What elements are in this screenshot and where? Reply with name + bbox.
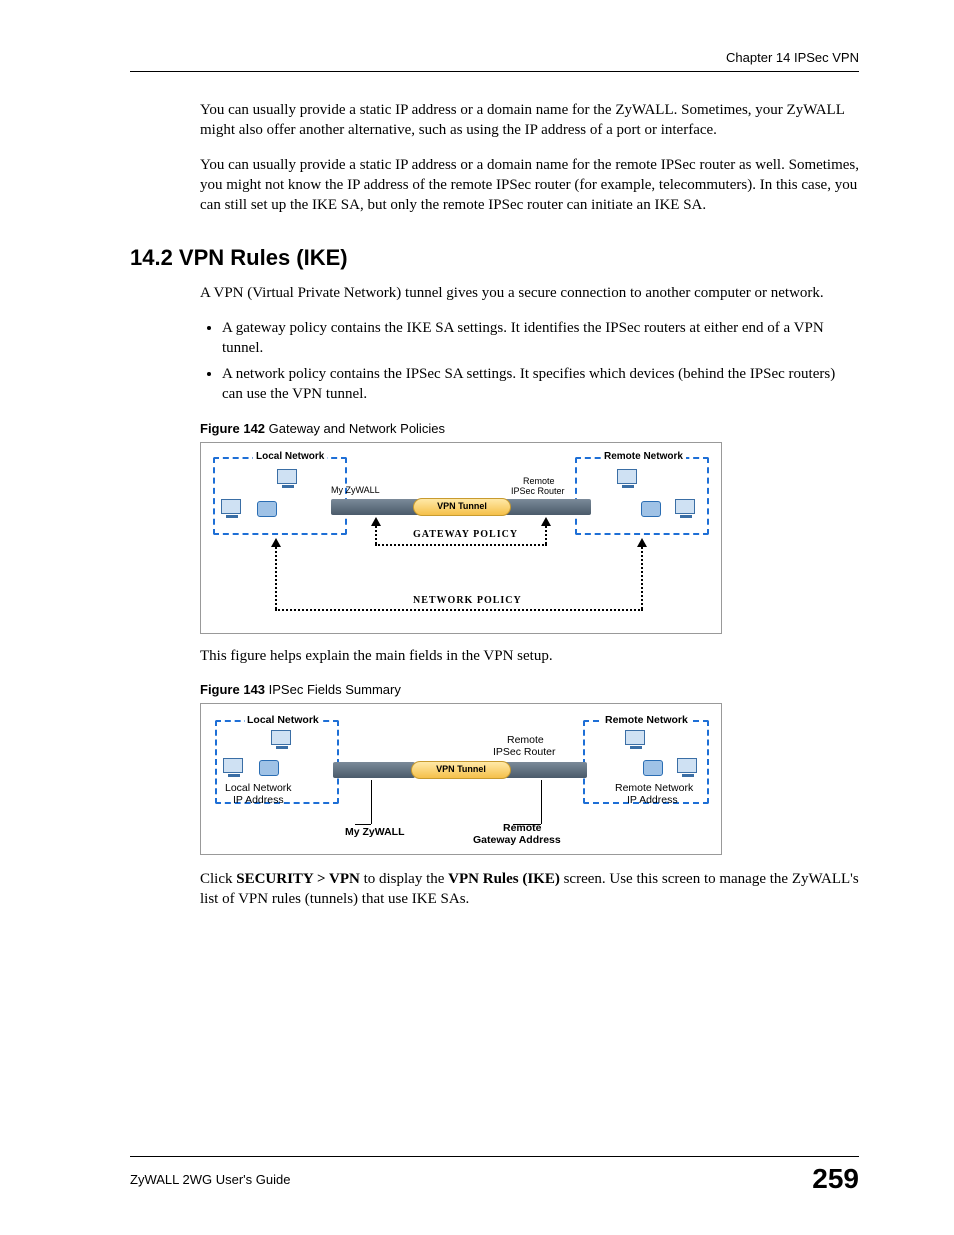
- local-ip-label-1: Local Network: [225, 782, 292, 794]
- router-icon: [333, 762, 415, 778]
- paragraph-5: Click SECURITY > VPN to display the VPN …: [200, 869, 859, 910]
- chapter-header: Chapter 14 IPSec VPN: [130, 50, 859, 65]
- switch-icon: [257, 501, 277, 517]
- arrowhead-icon: [271, 538, 281, 547]
- remote-gateway-label-2: Gateway Address: [473, 834, 561, 846]
- router-icon: [505, 762, 587, 778]
- dotted-line: [275, 547, 277, 609]
- dotted-line: [545, 526, 547, 544]
- footer-guide-title: ZyWALL 2WG User's Guide: [130, 1172, 290, 1187]
- local-network-label: Local Network: [253, 451, 327, 462]
- pointer-line: [541, 780, 542, 824]
- header-rule: [130, 71, 859, 72]
- dotted-line: [275, 609, 643, 611]
- remote-router-label-2: IPSec Router: [493, 746, 555, 758]
- my-zywall-label: My ZyWALL: [345, 826, 405, 838]
- paragraph-3: A VPN (Virtual Private Network) tunnel g…: [200, 283, 859, 303]
- switch-icon: [641, 501, 661, 517]
- switch-icon: [643, 760, 663, 776]
- vpn-tunnel: VPN Tunnel: [411, 761, 511, 779]
- paragraph-1: You can usually provide a static IP addr…: [200, 100, 859, 141]
- figure-142: Local Network Remote Network My ZyWALL R…: [200, 442, 722, 634]
- router-icon: [501, 499, 591, 515]
- vpn-tunnel: VPN Tunnel: [413, 498, 511, 516]
- router-icon: [331, 499, 421, 515]
- dotted-line: [641, 547, 643, 609]
- my-zywall-label: My ZyWALL: [331, 485, 380, 495]
- remote-network-box: [575, 457, 709, 535]
- figure-143: Local Network Local Network IP Address R…: [200, 703, 722, 855]
- computer-icon: [675, 499, 697, 519]
- computer-icon: [625, 730, 647, 750]
- footer-rule: [130, 1156, 859, 1157]
- computer-icon: [277, 469, 299, 489]
- computer-icon: [677, 758, 699, 778]
- remote-ip-label-2: IP Address: [627, 794, 678, 806]
- bullet-item: A network policy contains the IPSec SA s…: [222, 364, 859, 405]
- page-footer: ZyWALL 2WG User's Guide 259: [130, 1156, 859, 1195]
- network-policy-label: NETWORK POLICY: [411, 595, 524, 606]
- switch-icon: [259, 760, 279, 776]
- remote-ip-label-1: Remote Network: [615, 782, 693, 794]
- remote-router-label-2: IPSec Router: [511, 486, 565, 496]
- figure-142-caption: Figure 142 Gateway and Network Policies: [200, 421, 859, 436]
- computer-icon: [617, 469, 639, 489]
- local-ip-label-2: IP Address: [233, 794, 284, 806]
- figure-143-caption: Figure 143 IPSec Fields Summary: [200, 682, 859, 697]
- remote-gateway-label-1: Remote: [503, 822, 542, 834]
- computer-icon: [271, 730, 293, 750]
- remote-router-label-1: Remote: [507, 734, 544, 746]
- remote-router-label-1: Remote: [523, 476, 555, 486]
- dotted-line: [375, 544, 547, 546]
- paragraph-4: This figure helps explain the main field…: [200, 646, 859, 666]
- remote-network-label: Remote Network: [603, 714, 690, 726]
- bullet-list: A gateway policy contains the IKE SA set…: [200, 318, 859, 405]
- arrowhead-icon: [371, 517, 381, 526]
- bullet-item: A gateway policy contains the IKE SA set…: [222, 318, 859, 359]
- dotted-line: [375, 526, 377, 544]
- arrowhead-icon: [637, 538, 647, 547]
- computer-icon: [221, 499, 243, 519]
- pointer-line: [355, 824, 371, 825]
- footer-page-number: 259: [812, 1163, 859, 1195]
- pointer-line: [371, 780, 372, 824]
- gateway-policy-label: GATEWAY POLICY: [411, 529, 520, 540]
- computer-icon: [223, 758, 245, 778]
- remote-network-label: Remote Network: [601, 451, 686, 462]
- arrowhead-icon: [541, 517, 551, 526]
- paragraph-2: You can usually provide a static IP addr…: [200, 155, 859, 216]
- section-heading: 14.2 VPN Rules (IKE): [130, 245, 859, 271]
- local-network-label: Local Network: [245, 714, 321, 726]
